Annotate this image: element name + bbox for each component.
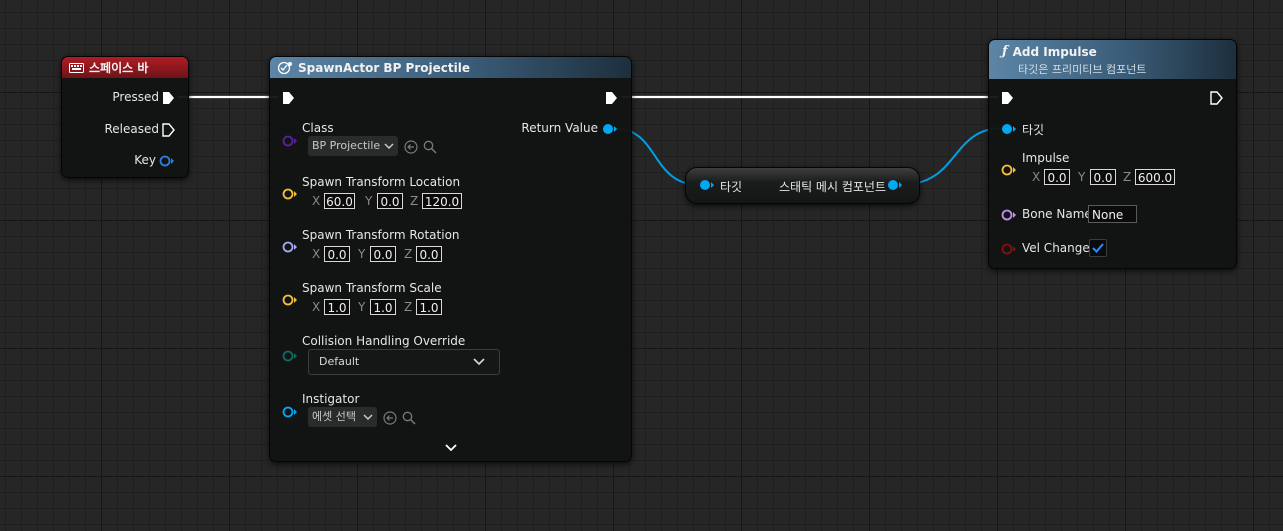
spawn-exec-out-pin[interactable] [605,91,618,105]
rotation-label: Spawn Transform Rotation [302,228,460,242]
impulse-label: Impulse [1022,151,1070,165]
rotation-pin[interactable] [282,241,298,253]
key-node-header[interactable]: 스페이스 바 [62,57,188,78]
chevron-down-icon [473,350,485,383]
impulse-target-label: 타깃 [1022,123,1045,137]
browse-search-icon[interactable] [402,411,416,425]
instigator-label: Instigator [302,392,360,406]
pressed-pin-label: Pressed [112,90,159,104]
cast-output-pin[interactable] [887,179,903,191]
rotation-z-axis: Z [404,247,413,261]
scale-x-input[interactable]: 1.0 [324,299,350,315]
chevron-down-icon [384,136,394,163]
impulse-z-axis: Z [1123,170,1132,184]
scale-x-axis: X [312,300,321,314]
chevron-down-icon [363,407,373,434]
rotation-x-axis: X [312,247,321,261]
rotation-y-axis: Y [358,247,366,261]
bone-name-label: Bone Name [1022,207,1092,221]
checkmark-icon [1092,243,1104,253]
impulse-y-input[interactable]: 0.0 [1090,169,1116,185]
vel-change-label: Vel Change [1022,241,1090,255]
rotation-z-input[interactable]: 0.0 [416,246,442,262]
return-value-label: Return Value [521,121,598,135]
collision-combo[interactable]: Default [308,349,500,375]
released-exec-pin[interactable] [162,123,175,137]
location-x-input[interactable]: 60.0 [324,193,355,209]
scale-y-axis: Y [358,300,366,314]
impulse-node-subtitle: 타깃은 프리미티브 컴포넌트 [1018,63,1147,76]
released-pin-label: Released [104,122,159,136]
impulse-z-input[interactable]: 600.0 [1135,169,1175,185]
class-label: Class [302,121,334,135]
use-selected-arrow-icon[interactable] [383,411,397,425]
scale-pin[interactable] [282,294,298,306]
class-dropdown[interactable]: BP Projectile [308,136,398,156]
key-struct-pin[interactable] [159,155,175,167]
key-node-title: 스페이스 바 [89,61,149,75]
cast-static-mesh-node[interactable]: 타깃 스태틱 메시 컴포넌트 [685,167,920,204]
spawn-node-title: SpawnActor BP Projectile [298,60,470,75]
location-x-axis: X [312,194,321,208]
impulse-target-pin[interactable] [1001,123,1017,135]
vel-change-pin[interactable] [1001,243,1017,255]
vel-change-checkbox[interactable] [1089,239,1107,257]
scale-label: Spawn Transform Scale [302,281,442,295]
scale-y-input[interactable]: 1.0 [370,299,396,315]
cast-output-label: 스태틱 메시 컴포넌트 [779,180,886,194]
function-icon: ƒ [1002,44,1008,59]
key-event-node[interactable]: 스페이스 바 Pressed Released Key [61,56,189,178]
instigator-dropdown-value: 에셋 선택 [312,410,356,423]
rotation-y-input[interactable]: 0.0 [370,246,396,262]
instigator-pin[interactable] [282,406,298,418]
bone-name-input[interactable]: None [1088,205,1137,223]
key-pin-label: Key [134,153,156,167]
impulse-node-header[interactable]: ƒ Add Impulse 타깃은 프리미티브 컴포넌트 [989,40,1236,79]
collision-label: Collision Handling Override [302,334,466,348]
add-impulse-node[interactable]: ƒ Add Impulse 타깃은 프리미티브 컴포넌트 타깃 Impulse … [988,39,1237,269]
collision-pin[interactable] [282,350,298,362]
scale-z-axis: Z [404,300,413,314]
impulse-exec-out-pin[interactable] [1210,91,1223,105]
spawn-actor-node[interactable]: SpawnActor BP Projectile Return Value Cl… [269,56,632,462]
expand-advanced-chevron-icon[interactable] [444,443,458,453]
bone-name-pin[interactable] [1001,209,1017,221]
instigator-dropdown[interactable]: 에셋 선택 [308,407,377,427]
class-dropdown-value: BP Projectile [312,139,381,152]
impulse-y-axis: Y [1078,170,1086,184]
location-y-input[interactable]: 0.0 [377,193,403,209]
scale-z-input[interactable]: 1.0 [416,299,442,315]
location-pin[interactable] [282,188,298,200]
location-z-axis: Z [410,194,419,208]
spawn-node-header[interactable]: SpawnActor BP Projectile [270,57,631,78]
pressed-exec-pin[interactable] [162,91,175,105]
location-z-input[interactable]: 120.0 [422,193,462,209]
spawn-actor-icon [277,61,293,75]
impulse-x-input[interactable]: 0.0 [1044,169,1070,185]
cast-target-in-pin[interactable] [699,179,715,191]
spawn-exec-in-pin[interactable] [282,91,295,105]
return-value-pin[interactable] [602,123,618,135]
impulse-x-axis: X [1032,170,1041,184]
impulse-vector-pin[interactable] [1001,164,1017,176]
browse-search-icon[interactable] [423,140,437,154]
impulse-node-title: Add Impulse [1012,44,1097,59]
cast-target-label: 타깃 [720,180,743,194]
collision-combo-value: Default [319,355,360,368]
keyboard-icon [69,62,84,73]
impulse-exec-in-pin[interactable] [1001,91,1014,105]
use-selected-arrow-icon[interactable] [404,140,418,154]
location-label: Spawn Transform Location [302,175,461,189]
class-pin[interactable] [282,135,298,147]
rotation-x-input[interactable]: 0.0 [324,246,350,262]
location-y-axis: Y [365,194,373,208]
